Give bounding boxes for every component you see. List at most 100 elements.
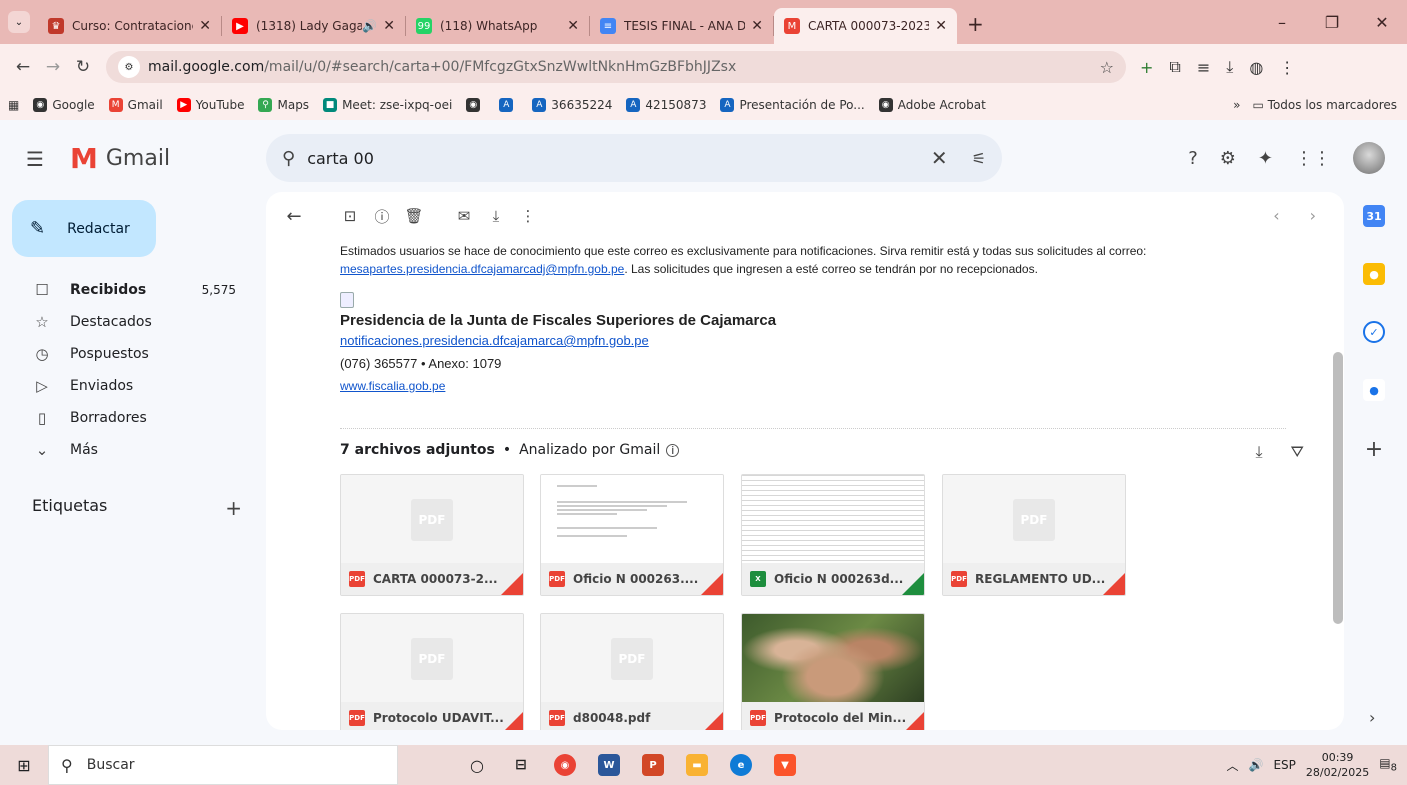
attachment-card[interactable]: PDF Oficio N 000263.... bbox=[540, 474, 724, 596]
attachment-card[interactable]: PDF PDF CARTA 000073-2... bbox=[340, 474, 524, 596]
search-icon[interactable]: ⚲ bbox=[282, 148, 295, 169]
clock[interactable]: 00:39 28/02/2025 bbox=[1306, 750, 1369, 780]
mesapartes-link[interactable]: mesapartes.presidencia.dfcajamarcadj@mpf… bbox=[340, 262, 624, 276]
extension-plus-icon[interactable]: + bbox=[1140, 58, 1153, 77]
tab-close-icon[interactable]: ✕ bbox=[199, 18, 211, 34]
calendar-icon[interactable]: 31 bbox=[1363, 205, 1385, 227]
message-scrollbar[interactable] bbox=[1333, 352, 1343, 624]
tasks-icon[interactable]: ✓ bbox=[1363, 321, 1385, 343]
sidebar-item-recibidos[interactable]: ☐ Recibidos 5,575 bbox=[0, 274, 256, 306]
settings-gear-icon[interactable]: ⚙ bbox=[1220, 148, 1236, 169]
powerpoint-taskbar-icon[interactable]: P bbox=[642, 754, 664, 776]
older-icon[interactable]: › bbox=[1310, 206, 1316, 225]
tab-close-icon[interactable]: ✕ bbox=[751, 18, 763, 34]
volume-icon[interactable]: 🔊 bbox=[1248, 758, 1263, 772]
tab-close-icon[interactable]: ✕ bbox=[935, 18, 947, 34]
bookmark-item[interactable]: A Presentación de Po... bbox=[720, 98, 865, 112]
file-explorer-icon[interactable]: ▬ bbox=[686, 754, 708, 776]
signature-email-link[interactable]: notificaciones.presidencia.dfcajamarca@m… bbox=[340, 333, 649, 348]
site-info-icon[interactable]: ⚙ bbox=[118, 56, 140, 78]
sidebar-item-pospuestos[interactable]: ◷ Pospuestos bbox=[0, 338, 256, 370]
browser-tab[interactable]: M CARTA 000073-2023 Remite ✕ bbox=[774, 8, 957, 44]
brave-taskbar-icon[interactable]: ▼ bbox=[774, 754, 796, 776]
contacts-icon[interactable]: ● bbox=[1363, 379, 1385, 401]
sidebar-item-enviados[interactable]: ▷ Enviados bbox=[0, 370, 256, 402]
task-view-icon[interactable]: ⊟ bbox=[510, 754, 532, 776]
bookmark-item[interactable]: A bbox=[499, 98, 518, 112]
get-addons-icon[interactable]: + bbox=[1358, 437, 1390, 462]
main-menu-icon[interactable]: ☰ bbox=[26, 147, 44, 171]
tab-close-icon[interactable]: ✕ bbox=[383, 18, 395, 34]
restore-icon[interactable]: ❐ bbox=[1307, 13, 1357, 32]
back-to-list-icon[interactable]: ← bbox=[278, 206, 310, 227]
info-icon[interactable]: i bbox=[666, 443, 680, 457]
bookmark-item[interactable]: ■ Meet: zse-ixpq-oei bbox=[323, 98, 452, 112]
new-tab-button[interactable]: + bbox=[967, 12, 984, 36]
account-avatar[interactable] bbox=[1353, 142, 1385, 174]
more-actions-icon[interactable]: ⋮ bbox=[512, 207, 544, 225]
bookmark-item[interactable]: ⚲ Maps bbox=[258, 98, 309, 112]
browser-tab[interactable]: ≡ TESIS FINAL - ANA DE LA CR ✕ bbox=[590, 8, 773, 44]
newer-icon[interactable]: ‹ bbox=[1273, 206, 1279, 225]
signature-web-link[interactable]: www.fiscalia.gob.pe bbox=[340, 379, 445, 393]
forward-icon[interactable]: → bbox=[38, 57, 68, 77]
attachment-card[interactable]: PDF PDF d80048.pdf bbox=[540, 613, 724, 730]
bookmark-item[interactable]: ▶ YouTube bbox=[176, 98, 244, 112]
bookmark-item[interactable]: A 42150873 bbox=[626, 98, 706, 112]
attachment-card[interactable]: PDF PDF REGLAMENTO UD... bbox=[942, 474, 1126, 596]
gmail-logo[interactable]: M Gmail bbox=[70, 142, 170, 175]
edge-taskbar-icon[interactable]: e bbox=[730, 754, 752, 776]
compose-button[interactable]: ✎ Redactar bbox=[12, 200, 156, 257]
search-options-icon[interactable]: ⚟ bbox=[972, 149, 986, 168]
bookmarks-overflow-button[interactable]: » bbox=[1233, 98, 1240, 112]
sidebar-item-borradores[interactable]: ▯ Borradores bbox=[0, 402, 256, 434]
chrome-taskbar-icon[interactable]: ◉ bbox=[554, 754, 576, 776]
support-icon[interactable]: ? bbox=[1188, 148, 1198, 169]
archive-icon[interactable]: ⊡ bbox=[334, 207, 366, 225]
word-taskbar-icon[interactable]: W bbox=[598, 754, 620, 776]
add-to-drive-icon[interactable]: ⛛ bbox=[1291, 442, 1304, 462]
reload-icon[interactable]: ↻ bbox=[68, 57, 98, 77]
profile-icon[interactable]: ◍ bbox=[1249, 58, 1263, 77]
sidebar-item-más[interactable]: ⌄ Más bbox=[0, 434, 256, 466]
browser-tab[interactable]: 99 (118) WhatsApp ✕ bbox=[406, 8, 589, 44]
mark-unread-icon[interactable]: ✉ bbox=[448, 207, 480, 225]
address-bar[interactable]: ⚙ mail.google.com/mail/u/0/#search/carta… bbox=[106, 51, 1126, 83]
attachment-card[interactable]: X Oficio N 000263d... bbox=[741, 474, 925, 596]
browser-tab[interactable]: ▶ (1318) Lady Gaga, Bruno🔊 ✕ bbox=[222, 8, 405, 44]
extensions-icon[interactable]: ⧉ bbox=[1169, 57, 1180, 77]
reading-list-icon[interactable]: ≡ bbox=[1197, 58, 1210, 77]
create-label-icon[interactable]: + bbox=[225, 496, 242, 520]
tab-audio-icon[interactable]: 🔊 bbox=[362, 19, 377, 33]
tab-search-button[interactable]: ⌄ bbox=[8, 11, 30, 33]
keep-icon[interactable]: ● bbox=[1363, 263, 1385, 285]
mail-search-bar[interactable]: ⚲ carta 00 ✕ ⚟ bbox=[266, 134, 1002, 182]
tray-overflow-icon[interactable]: ︿ bbox=[1226, 757, 1238, 774]
clear-search-icon[interactable]: ✕ bbox=[931, 146, 948, 170]
notification-center-icon[interactable]: ▤8 bbox=[1379, 756, 1397, 773]
close-window-icon[interactable]: ✕ bbox=[1357, 13, 1407, 32]
taskbar-search[interactable]: ⚲ Buscar bbox=[48, 745, 398, 785]
delete-icon[interactable]: 🗑 bbox=[398, 207, 430, 225]
bookmark-star-icon[interactable]: ☆ bbox=[1100, 58, 1114, 77]
language-indicator[interactable]: ESP bbox=[1273, 758, 1295, 772]
windows-start-icon[interactable]: ⊞ bbox=[0, 756, 48, 775]
cortana-icon[interactable]: ○ bbox=[466, 754, 488, 776]
sidebar-item-destacados[interactable]: ☆ Destacados bbox=[0, 306, 256, 338]
move-to-icon[interactable]: ⤓ bbox=[480, 207, 512, 225]
bookmark-item[interactable]: ◉ Adobe Acrobat bbox=[878, 98, 986, 112]
bookmark-item[interactable]: A 36635224 bbox=[532, 98, 612, 112]
report-spam-icon[interactable]: ⓘ bbox=[366, 206, 398, 227]
tab-close-icon[interactable]: ✕ bbox=[567, 18, 579, 34]
show-side-panel-icon[interactable]: › bbox=[1369, 708, 1375, 727]
google-apps-icon[interactable]: ⋮⋮ bbox=[1295, 148, 1331, 169]
back-icon[interactable]: ← bbox=[8, 57, 38, 77]
downloads-icon[interactable]: ⤓ bbox=[1226, 57, 1233, 77]
apps-grid-icon[interactable]: ▦ bbox=[8, 98, 19, 112]
attachment-card[interactable]: PDF Protocolo del Min... bbox=[741, 613, 925, 730]
search-input[interactable]: carta 00 bbox=[307, 149, 931, 168]
attachment-card[interactable]: PDF PDF Protocolo UDAVIT... bbox=[340, 613, 524, 730]
chrome-menu-icon[interactable]: ⋮ bbox=[1279, 58, 1295, 77]
bookmark-item[interactable]: ◉ bbox=[466, 98, 485, 112]
gemini-sparkle-icon[interactable]: ✦ bbox=[1258, 148, 1273, 169]
